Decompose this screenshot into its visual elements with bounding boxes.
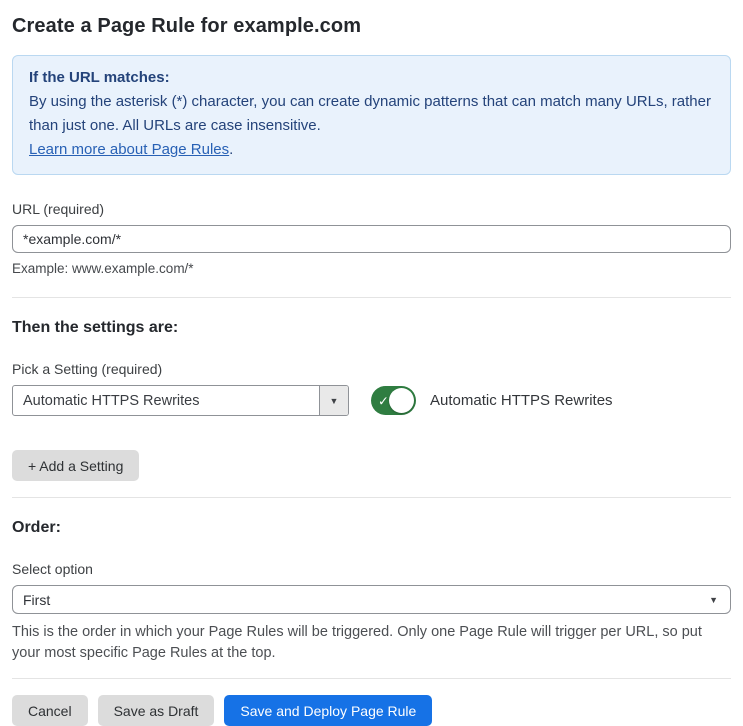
url-field-label: URL (required) [12,201,105,217]
settings-section-heading: Then the settings are: [12,319,179,336]
url-input[interactable] [12,225,731,253]
link-suffix: . [229,141,234,158]
setting-toggle[interactable]: ✓ [371,386,416,415]
page-title: Create a Page Rule for example.com [12,15,362,37]
chevron-down-icon: ▼ [329,395,339,406]
divider [12,297,731,298]
order-select-value: First [23,591,51,608]
cancel-button[interactable]: Cancel [12,695,88,726]
footer-actions: Cancel Save as Draft Save and Deploy Pag… [12,695,731,726]
create-page-rule-form: Create a Page Rule for example.com If th… [0,0,743,726]
order-help-text: This is the order in which your Page Rul… [12,624,702,661]
setting-row: Automatic HTTPS Rewrites ▼ ✓ Automatic H… [12,385,731,416]
setting-dropdown-value: Automatic HTTPS Rewrites [23,392,200,409]
order-select[interactable]: First ▼ [12,585,731,614]
url-example-text: Example: www.example.com/* [12,261,194,276]
check-icon: ✓ [378,393,389,408]
save-and-deploy-button[interactable]: Save and Deploy Page Rule [224,695,433,726]
add-setting-button[interactable]: + Add a Setting [12,450,140,481]
dropdown-arrow-button[interactable]: ▼ [319,386,348,415]
info-box-link-line: Learn more about Page Rules. [29,138,714,162]
info-box-heading: If the URL matches: [29,69,170,86]
learn-more-link[interactable]: Learn more about Page Rules [29,141,229,158]
setting-dropdown[interactable]: Automatic HTTPS Rewrites ▼ [12,385,349,416]
order-select-label: Select option [12,561,93,577]
chevron-down-icon: ▼ [709,594,718,605]
info-box-body: By using the asterisk (*) character, you… [29,93,711,134]
toggle-knob [389,388,414,413]
save-as-draft-button[interactable]: Save as Draft [97,695,215,726]
divider [12,678,731,679]
pick-setting-label: Pick a Setting (required) [12,361,163,377]
order-section-heading: Order: [12,519,61,536]
divider [12,497,731,498]
url-matches-info-box: If the URL matches: By using the asteris… [12,55,731,175]
toggle-label: Automatic HTTPS Rewrites [430,392,613,409]
